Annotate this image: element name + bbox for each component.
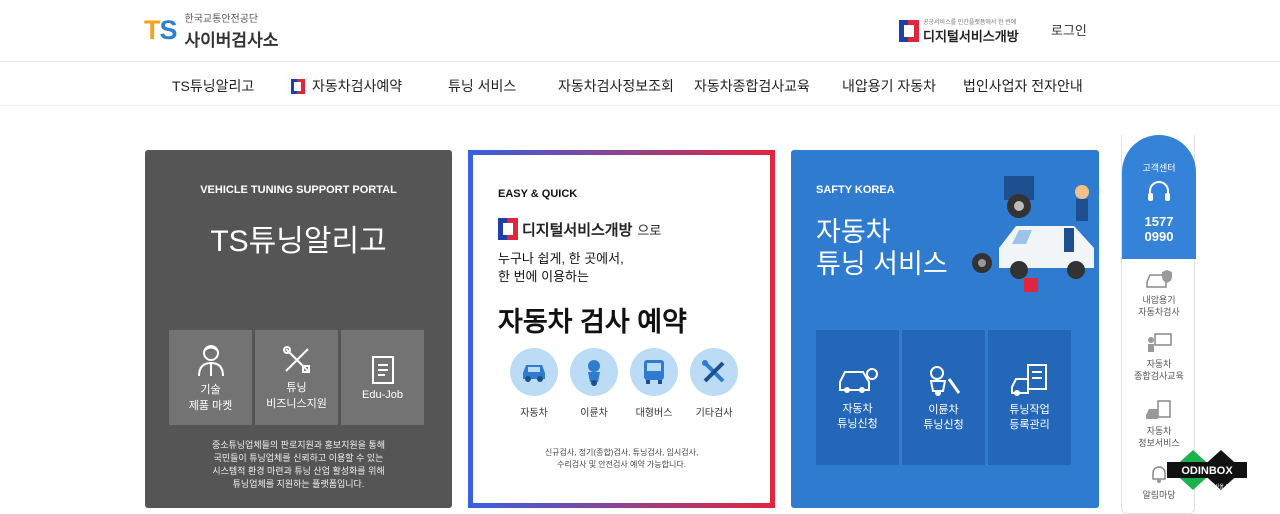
car-tuning-apply-tile[interactable]: 자동차 튜닝신청 — [816, 330, 899, 465]
svg-text:ODINBOX: ODINBOX — [1181, 465, 1233, 477]
panel-description: 신규검사, 정기(종합)검사, 튜닝검사, 임시검사, 수리검사 및 안전검사 … — [544, 448, 699, 469]
site-name: 사이버검사소 — [184, 31, 279, 50]
wrench-icon — [702, 360, 725, 383]
inspection-reservation-panel[interactable]: EASY & QUICK 디지털서비스개방 으로 누구나 쉽게, 한 곳에서, … — [468, 150, 775, 508]
car-gear-icon — [838, 367, 878, 393]
nav-tuning-service[interactable]: 튜닝 서비스 — [448, 76, 516, 96]
bus-icon — [644, 360, 664, 384]
org-name: 한국교통안전공단 — [184, 14, 259, 25]
quick-education[interactable]: 자동차 종합검사교육 — [1122, 332, 1196, 382]
car-repair-illustration — [972, 176, 1094, 292]
login-link[interactable]: 로그인 — [1051, 20, 1087, 39]
scooter-icon — [588, 360, 600, 386]
panel-description: 중소튜닝업체들의 판로지원과 홍보지원을 통해 국민들이 튜닝업체를 신뢰하고 … — [211, 440, 386, 489]
digital-service-icon — [899, 20, 919, 42]
car-document-icon — [1146, 400, 1171, 419]
tech-market-tile[interactable]: 기술 제품 마켓 — [169, 330, 252, 425]
panel-label: SAFTY KOREA — [816, 184, 895, 196]
nav-corporate-notice[interactable]: 법인사업자 전자안내 — [963, 76, 1083, 96]
customer-center[interactable]: 고객센터 1577 0990 — [1122, 135, 1196, 259]
nav-inspection-reservation[interactable]: 자동차검사예약 — [291, 76, 402, 96]
car-shield-icon — [1146, 270, 1172, 288]
top-header: TS 한국교통안전공단 사이버검사소 공공서비스를 민간플랫폼에서 한 번에 디… — [0, 0, 1280, 62]
digital-service-icon — [291, 78, 305, 94]
motorcycle-tuning-apply-tile[interactable]: 이륜차 튜닝신청 — [902, 330, 985, 465]
reserve-motorcycle-button[interactable]: 이륜차 — [567, 348, 621, 419]
quick-info-service[interactable]: 자동차 정보서비스 — [1122, 399, 1196, 449]
quick-pressure-vessel[interactable]: 내압용기 자동차검사 — [1122, 268, 1196, 318]
reserve-car-button[interactable]: 자동차 — [507, 348, 561, 419]
worker-icon — [197, 344, 224, 376]
phone-number: 1577 0990 — [1144, 214, 1174, 244]
odinbox-badge: ODINBOX 혁신을 이룹니다 — [1167, 450, 1247, 490]
reserve-other-button[interactable]: 기타검사 — [687, 348, 741, 419]
checklist-car-icon — [1010, 363, 1047, 396]
panel-label: EASY & QUICK — [498, 188, 578, 200]
scooter-wrench-icon — [929, 365, 960, 396]
panel-intro: 누구나 쉽게, 한 곳에서, 한 번에 이용하는 — [498, 251, 624, 284]
svg-text:혁신을 이룹니다: 혁신을 이룹니다 — [1210, 483, 1244, 490]
tuning-portal-panel[interactable]: VEHICLE TUNING SUPPORT PORTAL TS튜닝알리고 기술… — [145, 150, 452, 508]
nav-pressure-vessel[interactable]: 내압용기 자동차 — [842, 76, 936, 96]
digital-service-logo[interactable]: 공공서비스를 민간플랫폼에서 한 번에 디지털서비스개방 — [899, 17, 1019, 45]
digital-service-icon — [498, 218, 518, 240]
tuning-work-register-tile[interactable]: 튜닝작업 등록관리 — [988, 330, 1071, 465]
digital-service-name: 디지털서비스개방 — [923, 29, 1019, 44]
tuning-business-tile[interactable]: 튜닝 비즈니스지원 — [255, 330, 338, 425]
panel-title: TS튜닝알리고 — [210, 225, 387, 258]
ts-logo-mark: TS — [144, 15, 178, 45]
lecture-icon — [1148, 333, 1172, 352]
edu-job-tile[interactable]: Edu-Job — [341, 330, 424, 425]
nav-tuning-alert[interactable]: TS튜닝알리고 — [172, 76, 254, 96]
headset-icon — [1148, 181, 1170, 201]
panel-title: 자동차 튜닝 서비스 — [816, 217, 948, 279]
nav-inspection-info[interactable]: 자동차검사정보조회 — [558, 76, 674, 96]
main-nav: TS튜닝알리고 자동차검사예약 튜닝 서비스 자동차검사정보조회 자동차종합검사… — [0, 62, 1280, 106]
panel-title: 자동차 검사 예약 — [498, 307, 687, 337]
panel-label: VEHICLE TUNING SUPPORT PORTAL — [200, 184, 397, 196]
tools-icon — [282, 345, 310, 373]
reserve-bus-button[interactable]: 대형버스 — [627, 348, 681, 419]
document-icon — [371, 355, 394, 384]
site-logo[interactable]: TS 한국교통안전공단 사이버검사소 — [144, 10, 278, 51]
tuning-service-panel[interactable]: SAFTY KOREA 자동차 튜닝 서비스 자동차 튜닝신청 이륜차 튜닝신청… — [791, 150, 1099, 508]
digital-service-brand: 디지털서비스개방 으로 — [498, 218, 661, 240]
nav-inspection-education[interactable]: 자동차종합검사교육 — [694, 76, 810, 96]
car-icon — [523, 365, 545, 382]
digital-service-tagline: 공공서비스를 민간플랫폼에서 한 번에 — [923, 20, 1017, 26]
